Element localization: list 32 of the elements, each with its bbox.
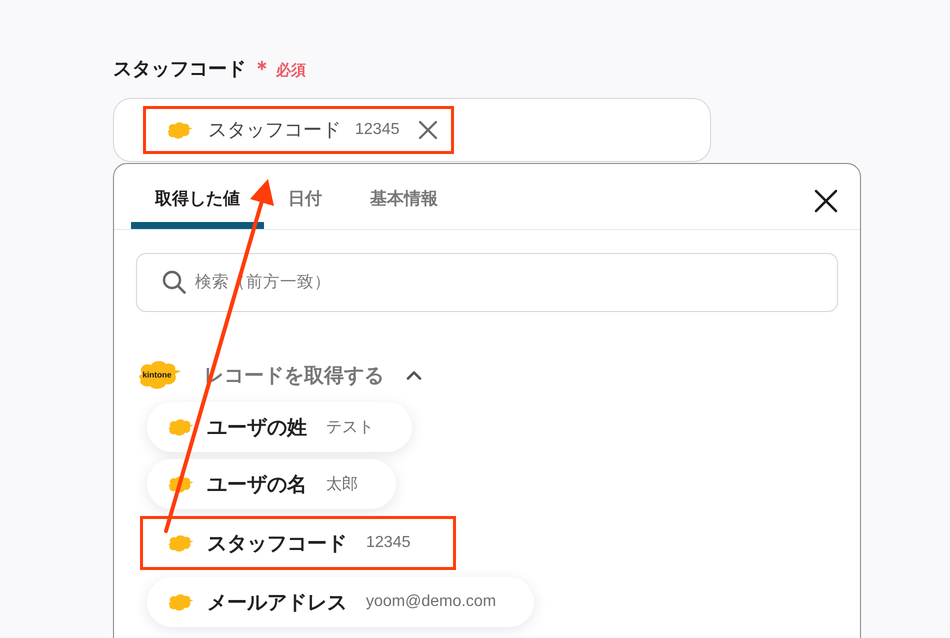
variable-value: yoom@demo.com xyxy=(366,593,496,611)
variable-value: テスト xyxy=(326,418,374,438)
app-logo: kintone xyxy=(136,359,182,391)
tab[interactable]: 基本情報 xyxy=(346,164,462,229)
required-mark: ＊ xyxy=(252,57,272,82)
variable-name: メールアドレス xyxy=(207,590,347,616)
search-icon xyxy=(162,270,186,294)
remove-token-button[interactable] xyxy=(418,121,436,139)
variable-chip[interactable]: ユーザの名 太郎 xyxy=(147,459,396,509)
cloud-icon xyxy=(166,120,193,140)
cloud-icon xyxy=(167,592,194,612)
token-name: スタッフコード xyxy=(208,119,341,143)
variable-name: ユーザの名 xyxy=(207,472,307,498)
chevron-icon xyxy=(406,370,422,380)
field-label: スタッフコード xyxy=(113,58,246,82)
cloud-icon xyxy=(167,418,194,436)
close-icon xyxy=(418,121,436,139)
token-value: 12345 xyxy=(355,121,400,139)
variable-name: スタッフコード xyxy=(207,532,347,556)
close-icon xyxy=(814,188,838,212)
tab[interactable]: 日付 xyxy=(264,164,346,229)
input-field[interactable]: スタッフコード 12345 xyxy=(113,98,711,162)
required-label: 必須 xyxy=(276,61,306,80)
cloud-icon xyxy=(167,534,194,552)
variable-value: 太郎 xyxy=(326,474,358,494)
variable-chip[interactable]: メールアドレス yoom@demo.com xyxy=(147,577,534,627)
variable-name: ユーザの姓 xyxy=(207,416,307,440)
close-button[interactable] xyxy=(814,188,838,212)
cloud-icon xyxy=(167,474,194,494)
variable-value: 12345 xyxy=(366,534,410,552)
variable-chip[interactable]: ユーザの姓 テスト xyxy=(147,402,412,452)
collapse-button[interactable] xyxy=(406,370,422,380)
